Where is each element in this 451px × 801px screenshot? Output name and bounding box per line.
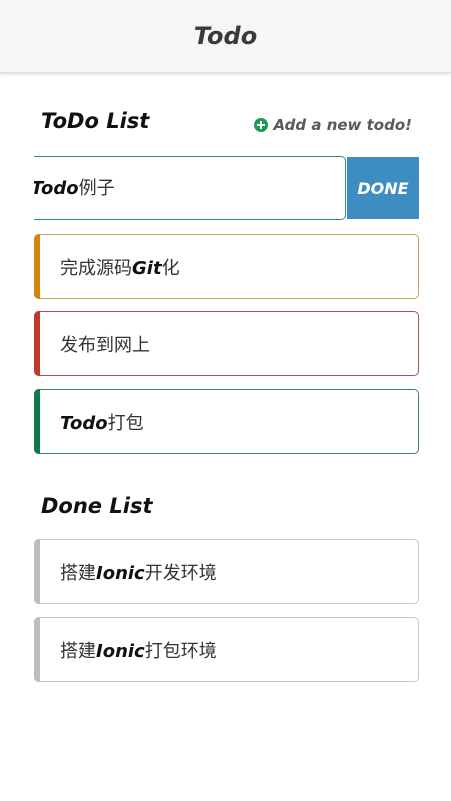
done-item-color-bar <box>34 539 40 604</box>
todo-input-value: Todo例子 <box>34 174 115 200</box>
label-part: 发布到网上 <box>60 335 150 356</box>
label-part: 打包 <box>107 413 144 434</box>
todo-item[interactable]: 完成源码Git化 <box>34 234 419 299</box>
todo-item[interactable]: Todo打包 <box>34 389 419 454</box>
label-part: 开发环境 <box>144 563 217 584</box>
label-part: 搭建 <box>60 641 96 662</box>
label-part: 完成源码 <box>60 258 132 279</box>
label-part: 打包环境 <box>144 641 217 662</box>
label-part: 化 <box>161 258 180 279</box>
todo-item-label: Todo打包 <box>60 409 144 435</box>
todo-editor: Todo例子 DONE <box>34 156 419 220</box>
add-circle-icon <box>253 118 268 132</box>
todo-input-value-bold: Todo <box>34 178 79 199</box>
todo-input-value-rest: 例子 <box>78 178 115 199</box>
done-item-color-bar <box>34 617 40 682</box>
done-item[interactable]: 搭建Ionic开发环境 <box>34 539 419 604</box>
todo-list-title: ToDo List <box>41 109 150 133</box>
done-item-label: 搭建Ionic开发环境 <box>60 559 217 585</box>
todo-item-label: 完成源码Git化 <box>60 254 180 280</box>
app-header: Todo <box>0 0 451 73</box>
done-item-label: 搭建Ionic打包环境 <box>60 637 217 663</box>
label-bold-part: Git <box>132 258 162 279</box>
todo-item-label: 发布到网上 <box>60 331 150 357</box>
add-todo-button[interactable]: Add a new todo! <box>253 113 412 137</box>
app-title: Todo <box>193 22 258 50</box>
todo-item[interactable]: 发布到网上 <box>34 311 419 376</box>
label-bold-part: Ionic <box>96 641 145 662</box>
todo-input[interactable]: Todo例子 <box>34 156 346 220</box>
done-item[interactable]: 搭建Ionic打包环境 <box>34 617 419 682</box>
label-part: 搭建 <box>60 563 96 584</box>
add-todo-label: Add a new todo! <box>273 116 412 134</box>
done-button[interactable]: DONE <box>347 157 419 219</box>
label-bold-part: Ionic <box>96 563 145 584</box>
todo-item-color-bar <box>34 389 40 454</box>
todo-item-color-bar <box>34 234 40 299</box>
done-list-title: Done List <box>41 494 153 518</box>
todo-item-color-bar <box>34 311 40 376</box>
label-bold-part: Todo <box>60 413 108 434</box>
